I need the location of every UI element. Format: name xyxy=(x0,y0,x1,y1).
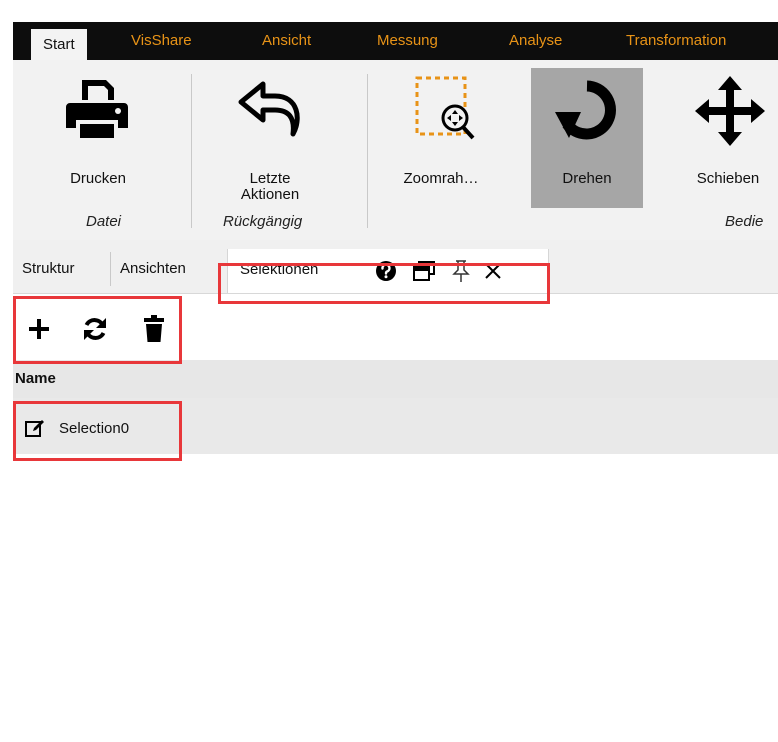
menu-tab-visshare[interactable]: VisShare xyxy=(131,22,192,60)
refresh-icon[interactable] xyxy=(82,316,108,342)
group-label-undo: Rückgängig xyxy=(223,213,303,230)
group-label-file: Datei xyxy=(86,213,122,230)
tab-views[interactable]: Ansichten xyxy=(120,260,186,277)
zoom-frame-icon xyxy=(415,76,475,140)
pin-icon[interactable] xyxy=(451,259,471,283)
undo-arrow-icon xyxy=(238,81,300,137)
print-label: Drucken xyxy=(70,170,126,187)
panel-tab-bar: Struktur Ansichten Selektionen xyxy=(13,240,778,294)
rotate-icon xyxy=(555,80,616,140)
tab-structure[interactable]: Struktur xyxy=(22,260,75,277)
move-label: Schieben xyxy=(696,170,760,187)
print-button[interactable]: Drucken xyxy=(48,68,148,188)
printer-icon xyxy=(66,80,128,138)
table-header: Name xyxy=(13,360,778,398)
tab-divider xyxy=(110,252,111,286)
tab-selections[interactable]: Selektionen xyxy=(227,249,549,293)
menu-tab-ansicht[interactable]: Ansicht xyxy=(262,22,311,60)
menu-tab-messung[interactable]: Messung xyxy=(377,22,438,60)
selection-name: Selection0 xyxy=(59,420,130,437)
close-icon[interactable] xyxy=(484,262,502,280)
zoom-frame-label: Zoomrah… xyxy=(403,170,479,187)
menu-tab-start[interactable]: Start xyxy=(31,29,87,60)
move-arrows-icon xyxy=(695,76,765,146)
menu-bar: Start VisShare Ansicht Messung Analyse T… xyxy=(13,22,778,60)
ribbon-divider xyxy=(191,74,192,228)
undo-button[interactable]: Letzte Aktionen xyxy=(215,68,325,208)
group-label-operate: Bedie xyxy=(725,213,764,230)
undo-label-line1: Letzte xyxy=(249,170,291,187)
trash-icon[interactable] xyxy=(143,315,165,343)
edit-icon xyxy=(25,420,44,437)
tab-selections-label: Selektionen xyxy=(240,261,319,278)
plus-icon[interactable] xyxy=(27,317,51,341)
menu-tab-transformation[interactable]: Transformation xyxy=(626,22,726,60)
table-row[interactable]: Selection0 xyxy=(13,398,778,454)
zoom-frame-button[interactable]: Zoomrah… xyxy=(381,68,501,188)
window-icon[interactable] xyxy=(413,261,435,281)
undo-label-line2: Aktionen xyxy=(240,186,300,203)
rotate-label: Drehen xyxy=(562,170,612,187)
help-icon[interactable] xyxy=(375,260,397,282)
ribbon: Drucken Datei Letzte Aktionen Rückgängig… xyxy=(13,60,778,240)
column-header-name[interactable]: Name xyxy=(15,370,56,387)
rotate-button[interactable]: Drehen xyxy=(531,68,643,208)
move-button[interactable]: Schieben xyxy=(673,68,778,188)
ribbon-divider xyxy=(367,74,368,228)
menu-tab-analyse[interactable]: Analyse xyxy=(509,22,562,60)
